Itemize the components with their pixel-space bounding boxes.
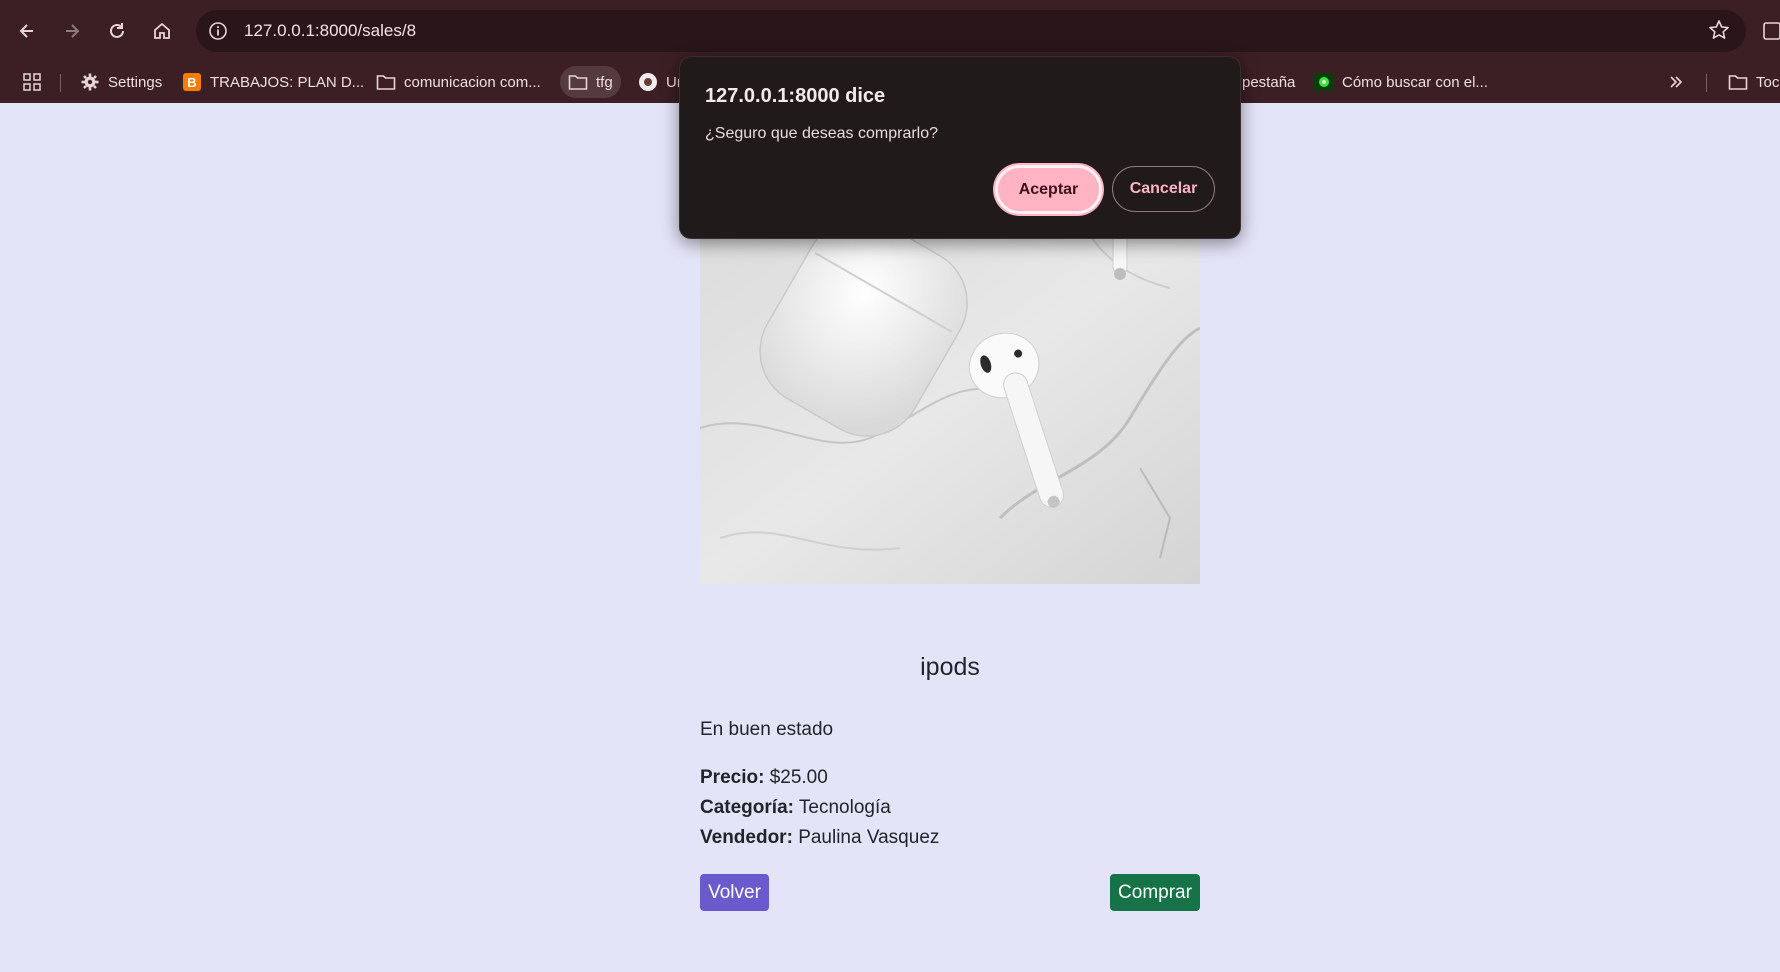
category-value: Tecnología bbox=[798, 797, 891, 818]
product-title: ipods bbox=[920, 653, 980, 681]
folder-icon bbox=[376, 72, 396, 92]
bookmark-label: tfg bbox=[596, 73, 613, 91]
bookmark-settings[interactable]: Settings bbox=[80, 66, 162, 98]
cancel-button[interactable]: Cancelar bbox=[1112, 166, 1215, 212]
product-description: En buen estado bbox=[700, 719, 834, 740]
site-icon bbox=[1314, 72, 1334, 92]
extensions-icon[interactable] bbox=[1762, 20, 1780, 42]
accept-button[interactable]: Aceptar bbox=[995, 165, 1102, 214]
bookmark-label: Cómo buscar con el... bbox=[1342, 73, 1488, 91]
back-arrow-icon[interactable] bbox=[9, 13, 45, 49]
bookmark-label: comunicacion com... bbox=[404, 73, 541, 91]
bookmark-label: pestaña bbox=[1242, 73, 1296, 91]
bookmark-label: Toc bbox=[1756, 73, 1780, 91]
address-bar[interactable]: 127.0.0.1:8000/sales/8 bbox=[196, 10, 1746, 52]
dialog-message: ¿Seguro que deseas comprarlo? bbox=[705, 125, 939, 142]
folder-icon bbox=[568, 72, 588, 92]
bookmark-tfg[interactable]: tfg bbox=[560, 66, 621, 98]
svg-text:B: B bbox=[187, 75, 196, 90]
bookmark-como-buscar[interactable]: Cómo buscar con el... bbox=[1314, 66, 1488, 98]
bookmark-pestana[interactable]: pestaña bbox=[1242, 66, 1295, 98]
more-bookmarks-icon[interactable] bbox=[1668, 66, 1684, 98]
bookmark-label: Settings bbox=[108, 73, 163, 91]
seller-row: Vendedor: Paulina Vasquez bbox=[700, 827, 939, 849]
browser-toolbar: 127.0.0.1:8000/sales/8 bbox=[0, 0, 1780, 62]
apps-grid-icon[interactable] bbox=[22, 66, 42, 98]
bookmark-label: TRABAJOS: PLAN D... bbox=[210, 73, 365, 91]
dialog-title: 127.0.0.1:8000 dice bbox=[705, 85, 886, 107]
bookmark-ur[interactable]: Ur bbox=[638, 66, 682, 98]
category-row: Categoría: Tecnología bbox=[700, 797, 891, 819]
forward-arrow-icon[interactable] bbox=[54, 13, 90, 49]
bookmark-comunicacion[interactable]: comunicacion com... bbox=[376, 66, 541, 98]
blogger-icon: B bbox=[182, 72, 202, 92]
price-value: $25.00 bbox=[769, 767, 828, 788]
gear-icon bbox=[80, 72, 100, 92]
buy-button[interactable]: Comprar bbox=[1110, 874, 1200, 911]
reload-icon[interactable] bbox=[99, 13, 135, 49]
site-info-icon[interactable] bbox=[204, 17, 232, 45]
url-text: 127.0.0.1:8000/sales/8 bbox=[244, 21, 417, 40]
price-label: Precio: bbox=[700, 767, 765, 788]
category-label: Categoría: bbox=[700, 797, 794, 818]
seller-value: Paulina Vasquez bbox=[798, 827, 940, 848]
seller-label: Vendedor: bbox=[700, 827, 793, 848]
bookmark-star-icon[interactable] bbox=[1708, 19, 1730, 46]
home-icon[interactable] bbox=[144, 13, 180, 49]
bookmark-trabajos[interactable]: B TRABAJOS: PLAN D... bbox=[182, 66, 364, 98]
product-image bbox=[700, 218, 1200, 584]
folder-icon bbox=[1728, 72, 1748, 92]
bookmark-separator bbox=[60, 74, 61, 92]
bookmark-toc[interactable]: Toc bbox=[1728, 66, 1779, 98]
site-icon bbox=[638, 72, 658, 92]
back-button[interactable]: Volver bbox=[700, 874, 769, 911]
price-row: Precio: $25.00 bbox=[700, 767, 828, 789]
bookmark-separator bbox=[1706, 74, 1707, 92]
confirm-dialog: 127.0.0.1:8000 dice ¿Seguro que deseas c… bbox=[679, 56, 1241, 239]
